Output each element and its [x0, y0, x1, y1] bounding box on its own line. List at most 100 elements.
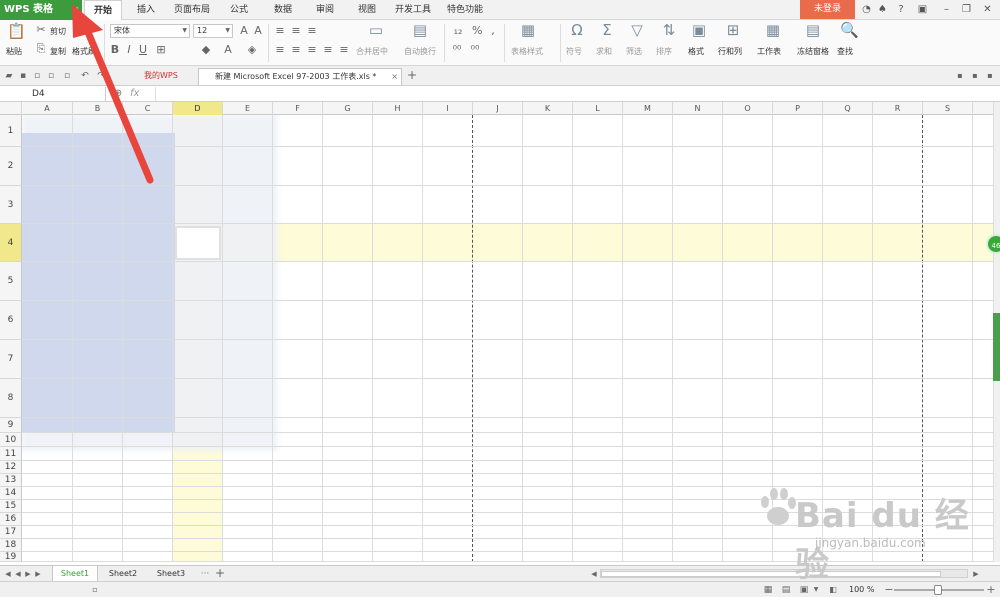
comma-icon[interactable]: ,	[488, 24, 498, 38]
font-name-select[interactable]: 宋体 ▼	[110, 24, 190, 38]
row-header-4[interactable]: 4	[0, 224, 22, 262]
sort-button[interactable]: 排序	[656, 46, 672, 57]
tab-insert[interactable]: 插入	[130, 0, 162, 20]
undo-icon[interactable]: ↶	[80, 69, 90, 83]
align-left-icon[interactable]: ≡	[274, 43, 286, 57]
column-header-a[interactable]: A	[22, 102, 73, 115]
copy-button[interactable]: 复制	[50, 46, 66, 57]
sort-icon[interactable]: ⇅	[660, 23, 678, 38]
scissors-icon[interactable]: ✂	[35, 23, 47, 37]
scroll-left-icon[interactable]: ◀	[590, 567, 598, 581]
merge-center-icon[interactable]: ▭	[366, 23, 386, 38]
add-sheet-icon[interactable]: +	[214, 566, 226, 580]
print-icon[interactable]: ▫	[32, 69, 42, 83]
prev-sheet-icon[interactable]: ◀	[14, 567, 22, 581]
align-top-icon[interactable]: ≡	[274, 24, 286, 38]
row-header-9[interactable]: 9	[0, 418, 22, 433]
symbol-button[interactable]: 符号	[566, 46, 582, 57]
column-header-e[interactable]: E	[223, 102, 273, 115]
new-tab-icon[interactable]: +	[406, 68, 418, 82]
font-size-select[interactable]: 12 ▼	[193, 24, 233, 38]
font-grow-icon[interactable]: A	[238, 24, 250, 38]
active-cell-d4[interactable]	[175, 226, 221, 260]
bold-button[interactable]: B	[110, 43, 120, 57]
tab-view[interactable]: 视图	[350, 0, 384, 20]
worksheet-button[interactable]: 工作表	[757, 46, 781, 57]
sheet-tab-1[interactable]: Sheet1	[52, 566, 98, 582]
sheet-tab-3[interactable]: Sheet3	[148, 566, 194, 582]
row-col-button[interactable]: 行和列	[718, 46, 742, 57]
find-button[interactable]: 查找	[837, 46, 853, 57]
first-sheet-icon[interactable]: ◀	[4, 567, 12, 581]
login-button[interactable]: 未登录	[800, 0, 855, 19]
select-all-corner[interactable]	[0, 102, 22, 115]
column-header-k[interactable]: K	[523, 102, 573, 115]
column-header-j[interactable]: J	[473, 102, 523, 115]
border-icon[interactable]: ⊞	[155, 43, 167, 57]
format-painter-button[interactable]: 格式刷	[72, 46, 96, 57]
tab-review[interactable]: 审阅	[308, 0, 342, 20]
tab-developer[interactable]: 开发工具	[390, 0, 436, 20]
format-button[interactable]: 格式	[688, 46, 704, 57]
column-header-g[interactable]: G	[323, 102, 373, 115]
row-header-6[interactable]: 6	[0, 301, 22, 340]
italic-button[interactable]: I	[124, 43, 134, 57]
column-header-i[interactable]: I	[423, 102, 473, 115]
row-header-8[interactable]: 8	[0, 379, 22, 418]
column-header-o[interactable]: O	[723, 102, 773, 115]
wps-app-menu-button[interactable]: WPS 表格 ▼	[0, 0, 82, 20]
page-break-view-icon[interactable]: ▤	[780, 583, 792, 597]
row-header-17[interactable]: 17	[0, 526, 22, 539]
underline-button[interactable]: U	[138, 43, 148, 57]
worksheet-icon[interactable]: ▦	[764, 23, 782, 38]
paste-icon[interactable]: 📋	[7, 24, 26, 39]
tab-menu-icon[interactable]: ▪	[985, 69, 995, 83]
column-header-q[interactable]: Q	[823, 102, 873, 115]
zoom-slider-handle[interactable]	[934, 585, 942, 595]
save-icon[interactable]: ▪	[18, 69, 28, 83]
row-header-12[interactable]: 12	[0, 461, 22, 474]
shirt-icon[interactable]: ♠	[876, 3, 889, 16]
more-sheets-icon[interactable]: ···	[198, 567, 212, 581]
freeze-panes-button[interactable]: 冻结窗格	[797, 46, 829, 57]
number-format-icon[interactable]: ₁₂	[450, 24, 466, 38]
close-icon[interactable]: ✕	[981, 3, 994, 16]
maximize-icon[interactable]: ❐	[960, 3, 973, 16]
column-header-c[interactable]: C	[123, 102, 173, 115]
freeze-panes-icon[interactable]: ▤	[804, 23, 822, 38]
row-header-11[interactable]: 11	[0, 447, 22, 461]
next-sheet-icon[interactable]: ▶	[24, 567, 32, 581]
column-header-n[interactable]: N	[673, 102, 723, 115]
doc-tab-my-wps[interactable]: 我的WPS	[128, 68, 192, 85]
paste-label[interactable]: 粘贴	[6, 46, 22, 57]
export-pdf-icon[interactable]: ▫	[62, 69, 72, 83]
column-header-f[interactable]: F	[273, 102, 323, 115]
column-header-p[interactable]: P	[773, 102, 823, 115]
column-header-h[interactable]: H	[373, 102, 423, 115]
fx-icon[interactable]: fx	[130, 86, 139, 102]
merge-center-button[interactable]: 合并居中	[356, 46, 388, 57]
font-shrink-icon[interactable]: A	[252, 24, 264, 38]
row-header-2[interactable]: 2	[0, 147, 22, 186]
doc-tab-active[interactable]: 新建 Microsoft Excel 97-2003 工作表.xls * ×	[198, 68, 402, 85]
last-sheet-icon[interactable]: ▶	[34, 567, 42, 581]
skin-icon[interactable]: ◔	[860, 3, 873, 16]
tab-data[interactable]: 数据	[266, 0, 300, 20]
tab-list-icon[interactable]: ▪	[955, 69, 965, 83]
row-header-5[interactable]: 5	[0, 262, 22, 301]
minimize-icon[interactable]: –	[940, 3, 953, 16]
sheet-tab-2[interactable]: Sheet2	[100, 566, 146, 582]
row-header-3[interactable]: 3	[0, 186, 22, 224]
column-header-s[interactable]: S	[923, 102, 973, 115]
normal-view-icon[interactable]: ▦	[762, 583, 774, 597]
sum-icon[interactable]: Σ	[598, 23, 616, 38]
side-panel-handle[interactable]	[993, 313, 1000, 381]
clear-format-icon[interactable]: ◈	[246, 43, 258, 57]
row-header-19[interactable]: 19	[0, 552, 22, 562]
sum-button[interactable]: 求和	[596, 46, 612, 57]
print-preview-icon[interactable]: ▫	[46, 69, 56, 83]
formula-input[interactable]	[155, 87, 985, 101]
column-header-m[interactable]: M	[623, 102, 673, 115]
macro-record-icon[interactable]: ▫	[90, 583, 100, 597]
align-right-icon[interactable]: ≡	[306, 43, 318, 57]
